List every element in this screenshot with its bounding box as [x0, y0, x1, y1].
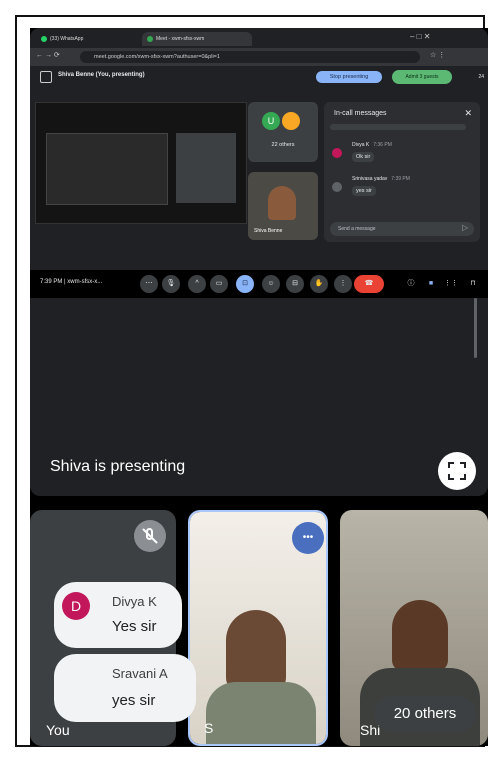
chat-bubble: D Divya K Yes sir: [54, 582, 182, 648]
address-field[interactable]: meet.google.com/xwm-sfsx-xwm?authuser=0&…: [80, 51, 420, 63]
chat-text: Yes sir: [112, 618, 157, 635]
send-message-input[interactable]: Send a message: [330, 222, 474, 236]
url-bar: ← → ⟳ meet.google.com/xwm-sfsx-xwm?authu…: [30, 48, 488, 66]
tab-label: Meet - xwm-sfsx-xwm: [156, 36, 205, 42]
chat-sender: Divya K: [112, 594, 157, 609]
avatar-d: D: [62, 592, 90, 620]
chat-text: yes sir: [112, 692, 156, 709]
person-head: [226, 610, 286, 690]
nav-arrows-icon[interactable]: ← → ⟳: [36, 51, 60, 59]
toolbar-icons[interactable]: ☆ ⋮: [430, 51, 445, 59]
chat-icon[interactable]: ■: [422, 275, 440, 293]
participant-count: 24: [478, 74, 484, 80]
more-vert-icon[interactable]: ⋮: [334, 275, 352, 293]
recursive-screen-thumbnail: [35, 102, 247, 224]
tab-label: (33) WhatsApp: [50, 36, 84, 42]
present-screen-icon: [40, 71, 52, 83]
in-call-messages-panel: In-call messages ✕ Divya K 7:36 PM Ok sir…: [324, 102, 480, 242]
person-head: [392, 600, 448, 672]
shiva-tile-small[interactable]: Shiva Benne: [248, 172, 318, 240]
send-icon[interactable]: ▷: [462, 223, 468, 232]
scrollbar[interactable]: [474, 298, 477, 358]
avatar: [282, 112, 300, 130]
browser-tabbar: (33) WhatsApp Meet - xwm-sfsx-xwm – □ ✕: [30, 28, 488, 48]
captions-icon[interactable]: ⊟: [286, 275, 304, 293]
lock-icon[interactable]: ⊓: [464, 275, 482, 293]
meeting-time: 7:39 PM | xwm-sfsx-x...: [40, 279, 103, 285]
meet-screen: (33) WhatsApp Meet - xwm-sfsx-xwm – □ ✕ …: [30, 28, 488, 746]
chat-bubble: Sravani A yes sir: [54, 654, 196, 722]
panel-divider: [330, 124, 466, 130]
shared-screen: (33) WhatsApp Meet - xwm-sfsx-xwm – □ ✕ …: [30, 28, 488, 496]
meet-presenting-bar: Shiva Benne (You, presenting) Stop prese…: [30, 66, 488, 88]
activities-icon[interactable]: ⋮⋮: [442, 275, 460, 293]
avatar-u: U: [262, 112, 280, 130]
chat-sender: Sravani A: [112, 666, 168, 681]
meet-icon: [147, 36, 153, 42]
camera-options-icon[interactable]: ^: [188, 275, 206, 293]
participant-name: You: [46, 722, 70, 738]
participant-name: S: [204, 720, 214, 736]
person-shirt: [206, 682, 316, 744]
url-text: meet.google.com/xwm-sfsx-xwm?authuser=0&…: [94, 54, 220, 60]
person-video: [268, 186, 296, 220]
shiva-label: Shiva Benne: [254, 228, 283, 234]
admit-guests-button[interactable]: Admit 3 guests: [392, 70, 452, 84]
message-sender: Divya K 7:36 PM: [352, 142, 392, 148]
message-text: Ok sir: [352, 152, 375, 162]
more-options-icon[interactable]: ⋯: [140, 275, 158, 293]
tab-meet[interactable]: Meet - xwm-sfsx-xwm: [142, 32, 252, 46]
presenting-banner: Shiva is presenting: [50, 458, 186, 475]
others-label: 22 others: [271, 142, 295, 148]
emoji-icon[interactable]: ☺: [262, 275, 280, 293]
message-text: yes sir: [352, 186, 376, 196]
info-icon[interactable]: ⓘ: [402, 275, 420, 293]
others-tile-small[interactable]: U 22 others: [248, 102, 318, 162]
mic-off-icon[interactable]: [134, 520, 166, 552]
microphone-icon[interactable]: 🎙: [162, 275, 180, 293]
avatar-d: [332, 148, 342, 158]
fullscreen-icon: [448, 462, 466, 480]
presenting-label: Shiva Benne (You, presenting): [58, 72, 145, 78]
raise-hand-icon[interactable]: ✋: [310, 275, 328, 293]
avatar: [332, 182, 342, 192]
window-controls[interactable]: – □ ✕: [410, 32, 430, 41]
end-call-button[interactable]: ☎: [354, 275, 384, 293]
present-icon[interactable]: ⊡: [236, 275, 254, 293]
stop-presenting-button[interactable]: Stop presenting: [316, 71, 382, 83]
message-sender: Srinivasa yadav 7:39 PM: [352, 176, 410, 182]
meet-preview: U 22 others Shiva Benne In-call messages…: [30, 88, 488, 270]
fullscreen-button[interactable]: [438, 452, 476, 490]
participant-tile-s[interactable]: ••• S: [188, 510, 328, 746]
tab-whatsapp[interactable]: (33) WhatsApp: [36, 32, 136, 46]
whatsapp-icon: [41, 36, 47, 42]
camera-icon[interactable]: ▭: [210, 275, 228, 293]
close-icon[interactable]: ✕: [464, 108, 472, 119]
panel-title: In-call messages: [334, 110, 387, 117]
meet-control-bar: 7:39 PM | xwm-sfsx-x... ⋯ 🎙 ^ ▭ ⊡ ☺ ⊟ ✋ …: [30, 270, 488, 298]
others-count-pill[interactable]: 20 others: [374, 696, 476, 732]
speaking-indicator-icon: •••: [292, 522, 324, 554]
